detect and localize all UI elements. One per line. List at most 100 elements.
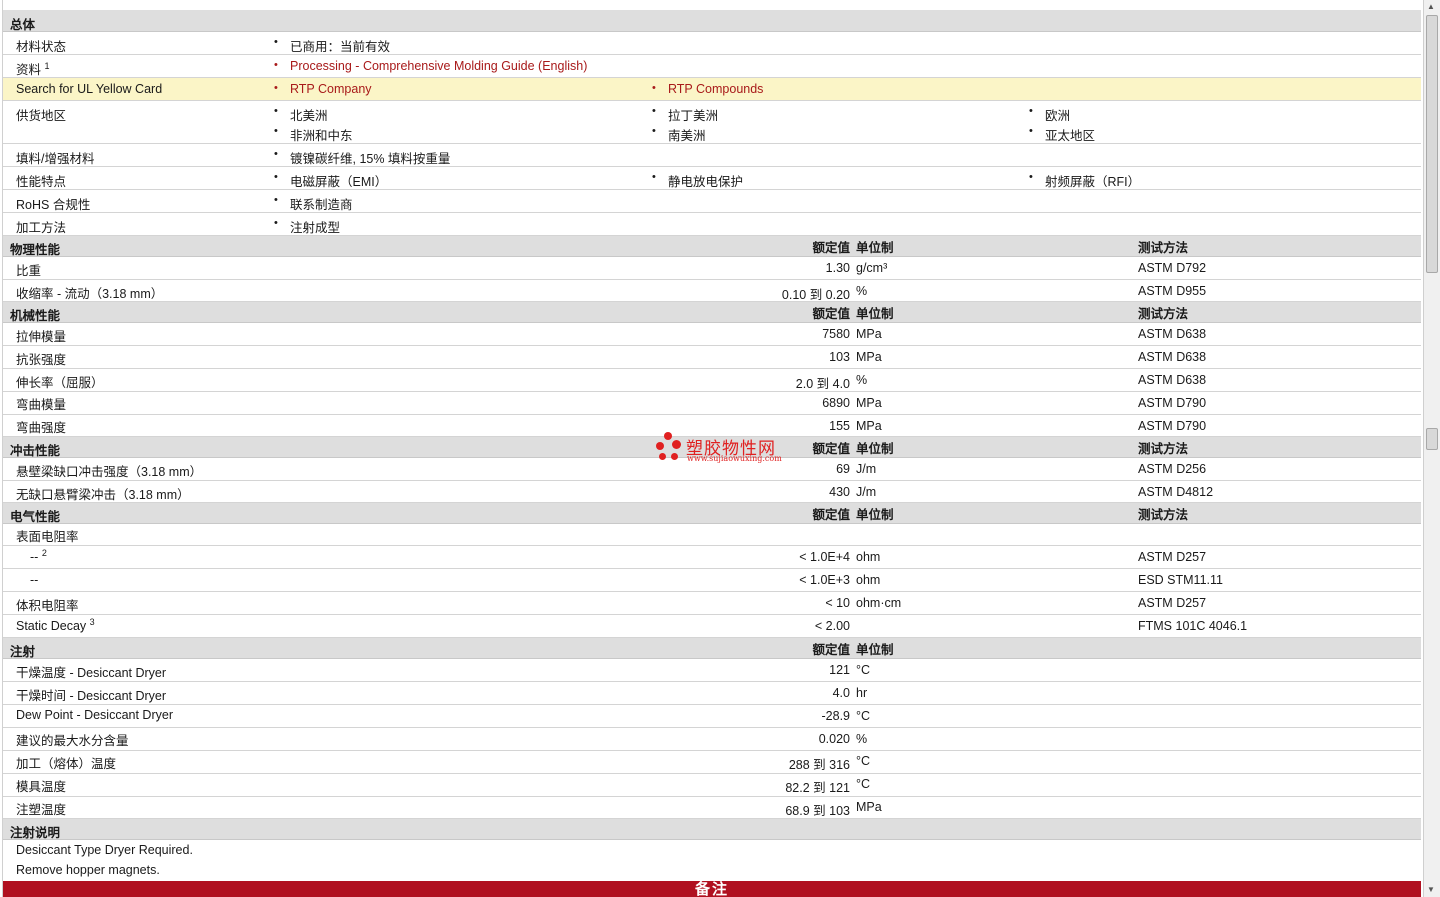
row-label: 弯曲强度	[16, 421, 67, 435]
row-value: 430	[829, 485, 850, 499]
row-unit: J/m	[856, 485, 877, 499]
row-method: ASTM D4812	[1138, 485, 1214, 499]
row-unit: ohm·cm	[856, 596, 902, 610]
row-label: 弯曲模量	[16, 398, 67, 412]
row-unit: MPa	[856, 800, 882, 814]
row-unit: MPa	[856, 419, 882, 433]
section-title: 冲击性能	[10, 444, 61, 458]
row-process-method: 加工方法 注射成型	[3, 213, 1421, 236]
row-method: ASTM D638	[1138, 350, 1207, 364]
vertical-scrollbar[interactable]: ▲ ▼	[1423, 0, 1440, 897]
datasheet: 总体 材料状态 已商用：当前有效 资料 1 Processing - Compr…	[0, 0, 1422, 897]
remarks-header: 备注	[3, 881, 1421, 897]
section-electrical: 电气性能 额定值 单位制 测试方法	[3, 503, 1421, 524]
row-unit: MPa	[856, 396, 882, 410]
row-unit: %	[856, 373, 868, 387]
scroll-up-icon[interactable]: ▲	[1427, 2, 1435, 11]
row-value: < 1.0E+4	[799, 550, 850, 564]
col-header-value: 额定值	[812, 508, 850, 522]
col-header-value: 额定值	[812, 442, 850, 456]
row-ul-search: Search for UL Yellow Card RTP Company RT…	[3, 78, 1421, 101]
row-label: 体积电阻率	[16, 599, 79, 613]
rohs-value: 联系制造商	[274, 194, 352, 213]
row-label: Static Decay 3	[16, 616, 95, 633]
table-row: -- 2 < 1.0E+4 ohm ASTM D257	[3, 546, 1421, 569]
col-header-unit: 单位制	[856, 643, 894, 657]
row-value: 68.9 到 103	[785, 804, 850, 818]
row-value: < 1.0E+3	[799, 573, 850, 587]
col-header-unit: 单位制	[856, 307, 894, 321]
row-unit: J/m	[856, 462, 877, 476]
note-line: Desiccant Type Dryer Required.	[16, 843, 193, 857]
section-title: 总体	[10, 18, 36, 32]
table-row: 注塑温度 68.9 到 103 MPa	[3, 797, 1421, 819]
row-filler: 填料/增强材料 镀镍碳纤维, 15% 填料按重量	[3, 144, 1421, 167]
row-unit: °C	[856, 754, 871, 768]
ul-link-rtp-compounds[interactable]: RTP Compounds	[652, 82, 764, 96]
section-general: 总体	[3, 10, 1421, 32]
scrollbar-thumb[interactable]	[1426, 15, 1438, 273]
row-value: 69	[836, 462, 850, 476]
status-value: 已商用：当前有效	[274, 36, 390, 55]
feature-item: 电磁屏蔽（EMI）	[274, 171, 387, 190]
row-method: ASTM D256	[1138, 462, 1207, 476]
section-mechanical: 机械性能 额定值 单位制 测试方法	[3, 302, 1421, 323]
watermark-logo: 塑胶物性网 www.sujiaowuxing.com	[656, 432, 796, 468]
table-row: 弯曲模量 6890 MPa ASTM D790	[3, 392, 1421, 415]
row-method: ASTM D790	[1138, 419, 1207, 433]
table-row: 拉伸模量 7580 MPa ASTM D638	[3, 323, 1421, 346]
table-row: Static Decay 3 < 2.00 FTMS 101C 4046.1	[3, 615, 1421, 638]
row-label: 无缺口悬臂梁冲击（3.18 mm）	[16, 488, 190, 502]
row-value: 2.0 到 4.0	[795, 377, 850, 391]
row-label: RoHS 合规性	[16, 198, 91, 212]
row-label: 加工（熔体）温度	[16, 757, 117, 771]
document-link[interactable]: Processing - Comprehensive Molding Guide…	[274, 59, 587, 73]
row-label: 性能特点	[16, 175, 67, 189]
row-method: FTMS 101C 4046.1	[1138, 619, 1248, 633]
table-row: 抗张强度 103 MPa ASTM D638	[3, 346, 1421, 369]
row-unit: °C	[856, 709, 871, 723]
table-row: 表面电阻率	[3, 524, 1421, 546]
row-value: 103	[829, 350, 850, 364]
table-row: 比重 1.30 g/cm³ ASTM D792	[3, 257, 1421, 280]
row-label: 材料状态	[16, 40, 67, 54]
scroll-down-icon[interactable]: ▼	[1427, 885, 1435, 894]
row-rohs: RoHS 合规性 联系制造商	[3, 190, 1421, 213]
row-value: 4.0	[832, 686, 850, 700]
table-row: 干燥时间 - Desiccant Dryer 4.0 hr	[3, 682, 1421, 705]
col-header-method: 测试方法	[1138, 442, 1189, 456]
region-item: 拉丁美洲	[652, 105, 718, 124]
row-label: 伸长率（屈服）	[16, 376, 104, 390]
notes-body: Desiccant Type Dryer Required. Remove ho…	[3, 840, 1421, 881]
col-header-unit: 单位制	[856, 241, 894, 255]
feature-item: 射频屏蔽（RFI）	[1029, 171, 1140, 190]
col-header-method: 测试方法	[1138, 307, 1189, 321]
filler-value: 镀镍碳纤维, 15% 填料按重量	[274, 148, 450, 167]
row-label: 干燥时间 - Desiccant Dryer	[16, 689, 167, 703]
row-label: 加工方法	[16, 221, 67, 235]
row-documents: 资料 1 Processing - Comprehensive Molding …	[3, 55, 1421, 78]
row-value: -28.9	[821, 709, 851, 723]
table-row: 体积电阻率 < 10 ohm·cm ASTM D257	[3, 592, 1421, 615]
section-title: 注射	[10, 645, 36, 659]
row-label: 干燥温度 - Desiccant Dryer	[16, 666, 167, 680]
row-label: 资料 1	[16, 60, 50, 77]
row-value: 121	[829, 663, 850, 677]
table-row: 伸长率（屈服） 2.0 到 4.0 % ASTM D638	[3, 369, 1421, 392]
table-row: 加工（熔体）温度 288 到 316 °C	[3, 751, 1421, 774]
row-label: 建议的最大水分含量	[16, 734, 129, 748]
row-label: 拉伸模量	[16, 330, 67, 344]
row-method: ASTM D257	[1138, 550, 1207, 564]
ul-link-rtp-company[interactable]: RTP Company	[274, 82, 371, 96]
row-method: ASTM D257	[1138, 596, 1207, 610]
row-value: 155	[829, 419, 850, 433]
col-header-value: 额定值	[812, 643, 850, 657]
row-label: 收缩率 - 流动（3.18 mm）	[16, 287, 164, 301]
row-label: --	[30, 573, 39, 587]
row-material-status: 材料状态 已商用：当前有效	[3, 32, 1421, 55]
row-label: 供货地区	[16, 109, 67, 123]
scrollbar-marker[interactable]	[1426, 428, 1438, 450]
col-header-value: 额定值	[812, 307, 850, 321]
row-supply-regions: 供货地区 北美洲 拉丁美洲 欧洲 非洲和中东 南美洲 亚太地区	[3, 101, 1421, 144]
section-title: 注射说明	[10, 826, 61, 840]
